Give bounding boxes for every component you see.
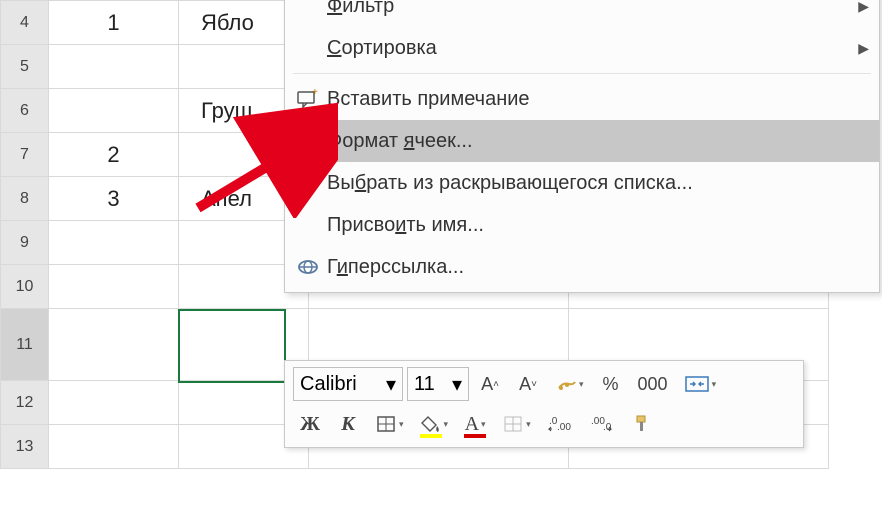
row-header[interactable]: 10 [1, 265, 49, 309]
row-header[interactable]: 12 [1, 381, 49, 425]
font-color-button[interactable]: А ▾ [458, 407, 492, 441]
comma-style-button[interactable]: 000 [632, 367, 674, 401]
font-size-combo[interactable]: 11▾ [407, 367, 469, 401]
row-header[interactable]: 9 [1, 221, 49, 265]
menu-item-sort[interactable]: Сортировка ▶ [285, 27, 879, 69]
submenu-arrow-icon: ▶ [858, 40, 869, 57]
cell[interactable] [49, 45, 179, 89]
cell[interactable] [49, 221, 179, 265]
menu-item-pick-from-list[interactable]: Выбрать из раскрывающегося списка... [285, 162, 879, 204]
format-painter-button[interactable] [625, 407, 659, 441]
svg-text:.00: .00 [557, 422, 571, 433]
row-header[interactable]: 13 [1, 425, 49, 469]
row-header[interactable]: 8 [1, 177, 49, 221]
decrease-decimal-button[interactable]: .00.0 [583, 407, 621, 441]
cell[interactable] [49, 309, 179, 381]
merge-center-button[interactable]: ▾ [678, 367, 723, 401]
fill-color-button[interactable]: ▾ [414, 407, 455, 441]
svg-text:+: + [312, 89, 318, 98]
svg-text:.0: .0 [603, 422, 612, 433]
menu-item-define-name[interactable]: Присвоить имя... [285, 204, 879, 246]
increase-font-button[interactable]: A˄ [473, 367, 507, 401]
menu-item-hyperlink[interactable]: Гиперссылка... [285, 246, 879, 288]
cell[interactable] [49, 425, 179, 469]
borders-button[interactable]: ▾ [369, 407, 410, 441]
row-header[interactable]: 7 [1, 133, 49, 177]
bold-button[interactable]: Ж [293, 407, 327, 441]
font-name-combo[interactable]: Calibri▾ [293, 367, 403, 401]
hyperlink-icon [289, 257, 327, 277]
row-header[interactable]: 11 [1, 309, 49, 381]
menu-separator [293, 73, 871, 74]
context-menu: Фильтр ▶ Сортировка ▶ + Вставить примеча… [284, 0, 880, 293]
italic-button[interactable]: К [331, 407, 365, 441]
cell[interactable]: 1 [49, 1, 179, 45]
increase-decimal-button[interactable]: .0.00 [541, 407, 579, 441]
format-cells-icon [289, 131, 327, 151]
submenu-arrow-icon: ▶ [858, 0, 869, 15]
comment-icon: + [289, 89, 327, 109]
percent-button[interactable]: % [594, 367, 628, 401]
cell[interactable]: 2 [49, 133, 179, 177]
cell[interactable]: 3 [49, 177, 179, 221]
row-header[interactable]: 6 [1, 89, 49, 133]
cell[interactable] [49, 265, 179, 309]
row-header[interactable]: 5 [1, 45, 49, 89]
accounting-format-button[interactable]: ▾ [549, 367, 590, 401]
decrease-font-button[interactable]: A˅ [511, 367, 545, 401]
borders-grid-button[interactable]: ▾ [496, 407, 537, 441]
cell[interactable] [49, 381, 179, 425]
menu-item-format-cells[interactable]: Формат ячеек... [285, 120, 879, 162]
menu-item-insert-comment[interactable]: + Вставить примечание [285, 78, 879, 120]
mini-toolbar: Calibri▾ 11▾ A˄ A˅ ▾ % 000 ▾ Ж К ▾ ▾ А ▾… [284, 360, 804, 448]
cell[interactable] [49, 89, 179, 133]
menu-item-filter[interactable]: Фильтр ▶ [285, 0, 879, 27]
row-header[interactable]: 4 [1, 1, 49, 45]
